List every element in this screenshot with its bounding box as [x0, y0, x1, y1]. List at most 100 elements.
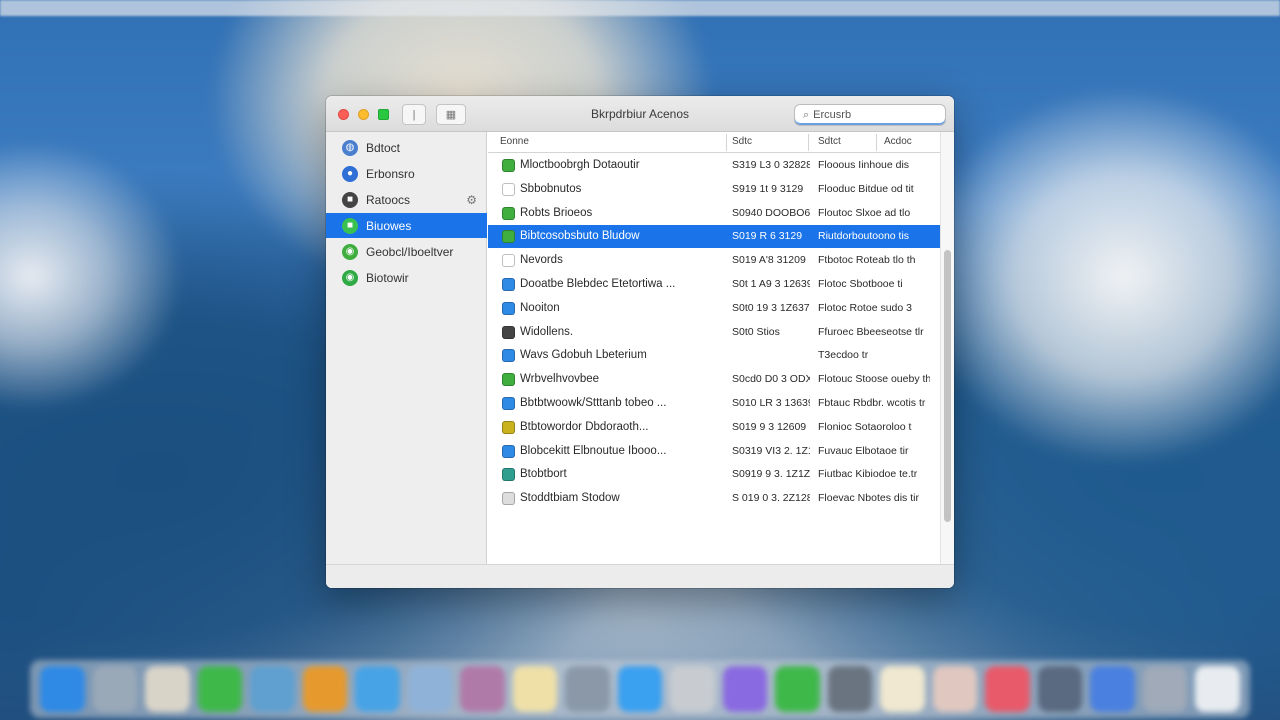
- file-icon: [502, 468, 515, 482]
- sidebar-item[interactable]: ■ Biuowes: [326, 213, 487, 238]
- table-row[interactable]: Stoddtbiam Stodow S 019 0 3. 2Z128 Floevac…: [488, 487, 940, 510]
- file-name: Dooatbe Blebdec Etetortiwa ...: [520, 278, 676, 290]
- sidebar-item-label: Erbonsro: [366, 166, 415, 181]
- file-name: Wrbvelhvovbee: [520, 373, 600, 386]
- column-divider: [726, 134, 727, 151]
- file-date: S019 R 6 3129: [732, 230, 803, 243]
- dock-app-icon[interactable]: [197, 666, 243, 712]
- dock-app-icon[interactable]: [92, 666, 138, 712]
- sidebar-item-label: Bdtoct: [366, 140, 401, 155]
- file-name: Mloctboobrgh Dotaoutir: [520, 159, 640, 171]
- scroll-thumb[interactable]: [944, 250, 951, 522]
- table-row[interactable]: Robts Brioeos S0940 DOOBO6 Floutoc Slxoe a…: [488, 202, 940, 225]
- search-input[interactable]: ⌕ Ercusrb: [794, 104, 946, 126]
- file-icon: [502, 373, 515, 387]
- sidebar-item[interactable]: ◍ Bdtoct: [326, 135, 487, 160]
- file-date: S0t 1 A9 3 12639: [732, 278, 810, 290]
- file-kind: Floevac Nbotes dis tir: [818, 492, 919, 505]
- file-kind: Flotouc Stoose oueby th: [818, 373, 930, 386]
- table-row[interactable]: Dooatbe Blebdec Etetortiwa ... S0t 1 A9 3…: [488, 273, 940, 296]
- sidebar-item[interactable]: ■ Ratoocs ⚙: [326, 187, 487, 212]
- file-name: Stoddtbiam Stodow: [520, 492, 620, 505]
- dock-app-icon[interactable]: [1090, 666, 1135, 712]
- search-icon: ⌕: [803, 108, 810, 121]
- table-row[interactable]: Btbtowordor Dbdoraoth... S019 9 3 12609 Fl…: [488, 416, 940, 439]
- dock: [30, 660, 1250, 718]
- file-kind: Fiutbac Kibiodoe te.tr: [818, 468, 918, 481]
- column-divider: [876, 134, 877, 151]
- file-icon: [502, 230, 515, 244]
- table-row[interactable]: Bbtbtwoowk/Stttanb tobeo ... S010 LR 3 13…: [488, 392, 940, 415]
- file-name: Widollens.: [520, 325, 574, 338]
- file-date: S0t0 Stios: [732, 325, 780, 338]
- dock-app-icon[interactable]: [670, 666, 715, 712]
- dock-app-icon[interactable]: [1142, 666, 1188, 712]
- sidebar-item[interactable]: ◉ Biotowir: [326, 265, 487, 290]
- dock-app-icon[interactable]: [880, 666, 925, 712]
- file-name: Bbtbtwoowk/Stttanb tobeo ...: [520, 397, 667, 409]
- dock-app-icon[interactable]: [40, 666, 85, 712]
- title-bar: | ▦ Bkrpdrbiur Acenos ⌕ Ercusrb: [326, 96, 954, 132]
- table-row[interactable]: Btobtbort S0919 9 3. 1Z1Z8 Fiutbac Kibiodo…: [488, 463, 940, 486]
- table-row[interactable]: Nevords S019 A'8 31209 Ftbotoc Roteab tlo …: [488, 249, 940, 272]
- sidebar-item[interactable]: ● Erbonsro: [326, 161, 487, 186]
- dock-app-icon[interactable]: [775, 666, 820, 712]
- gear-icon[interactable]: ⚙: [466, 193, 477, 207]
- dock-app-icon[interactable]: [617, 666, 663, 712]
- sidebar-item-label: Biuowes: [366, 218, 412, 233]
- column-header-kind[interactable]: Sdtct: [818, 136, 841, 147]
- dock-app-icon[interactable]: [985, 666, 1030, 712]
- search-value: Ercusrb: [813, 109, 852, 121]
- dock-app-icon[interactable]: [460, 666, 505, 712]
- table-row[interactable]: Mloctboobrgh Dotaoutir S319 L3 0 32828 Flo…: [488, 154, 940, 177]
- dock-app-icon[interactable]: [250, 666, 295, 712]
- file-kind: Ffuroec Bbeeseotse tlr: [818, 325, 924, 338]
- file-icon: [502, 325, 515, 339]
- app-icon: ■: [342, 217, 358, 234]
- table-row[interactable]: Blobcekitt Elbnoutue Ibooo... S0319 VI3 2…: [488, 440, 940, 463]
- column-header-extra[interactable]: Acdoc: [884, 136, 912, 147]
- table-row[interactable]: Sbbobnutos S919 1t 9 3129 Flooduc Bitdue o…: [488, 178, 940, 201]
- file-icon: [502, 301, 515, 315]
- file-name: Btobtbort: [520, 468, 567, 481]
- dock-app-icon[interactable]: [145, 666, 190, 712]
- sidebar-item-label: Biotowir: [366, 270, 409, 285]
- dock-app-icon[interactable]: [355, 666, 400, 712]
- table-row[interactable]: Widollens. S0t0 Stios Ffuroec Bbeeseotse t…: [488, 321, 940, 344]
- dock-app-icon[interactable]: [827, 666, 873, 712]
- file-icon: [502, 444, 515, 458]
- app-icon: ■: [342, 191, 358, 208]
- table-header: Eonne Sdtc Sdtct Acdoc: [488, 132, 940, 153]
- file-name: Sbbobnutos: [520, 182, 582, 195]
- dock-app-icon[interactable]: [722, 666, 768, 712]
- vertical-scrollbar[interactable]: [940, 132, 954, 564]
- column-header-name[interactable]: Eonne: [500, 136, 529, 147]
- table-row[interactable]: Bibtcosobsbuto Bludow S019 R 6 3129 Riutdo…: [488, 225, 940, 249]
- file-name: Robts Brioeos: [520, 206, 593, 219]
- circle-icon: ◉: [342, 243, 358, 260]
- table-row[interactable]: Nooiton S0t0 19 3 1Z637 Flotoc Rotoe sudo …: [488, 297, 940, 320]
- dock-app-icon[interactable]: [407, 666, 453, 712]
- table-row[interactable]: Wrbvelhvovbee S0cd0 D0 3 ODX Flotouc Stoos…: [488, 368, 940, 391]
- dock-app-icon[interactable]: [302, 666, 348, 712]
- dock-app-icon[interactable]: [565, 666, 610, 712]
- file-kind: Flotoc Rotoe sudo 3: [818, 301, 912, 314]
- column-header-date[interactable]: Sdtc: [732, 136, 752, 147]
- file-kind: T3ecdoo tr: [818, 349, 869, 362]
- file-kind: Fuvauc Elbotaoe tir: [818, 444, 909, 457]
- file-date: S0940 DOOBO6: [732, 206, 810, 219]
- file-date: S010 LR 3 13639: [732, 397, 810, 409]
- table-row[interactable]: Wavs Gdobuh Lbeterium T3ecdoo tr: [488, 344, 940, 367]
- file-icon: [502, 254, 515, 268]
- dock-app-icon[interactable]: [932, 666, 978, 712]
- file-name: Nevords: [520, 254, 563, 267]
- file-date: S0cd0 D0 3 ODX: [732, 373, 810, 386]
- sidebar-item[interactable]: ◉ Geobcl/Iboeltver: [326, 239, 487, 264]
- finder-window: | ▦ Bkrpdrbiur Acenos ⌕ Ercusrb ⊕ ◍Bdtoc…: [326, 96, 954, 588]
- file-kind: Flotoc Sbotbooe ti: [818, 278, 903, 290]
- file-date: S0t0 19 3 1Z637: [732, 301, 810, 314]
- file-icon: [502, 420, 515, 434]
- dock-app-icon[interactable]: [1195, 666, 1240, 712]
- dock-app-icon[interactable]: [512, 666, 558, 712]
- dock-app-icon[interactable]: [1037, 666, 1083, 712]
